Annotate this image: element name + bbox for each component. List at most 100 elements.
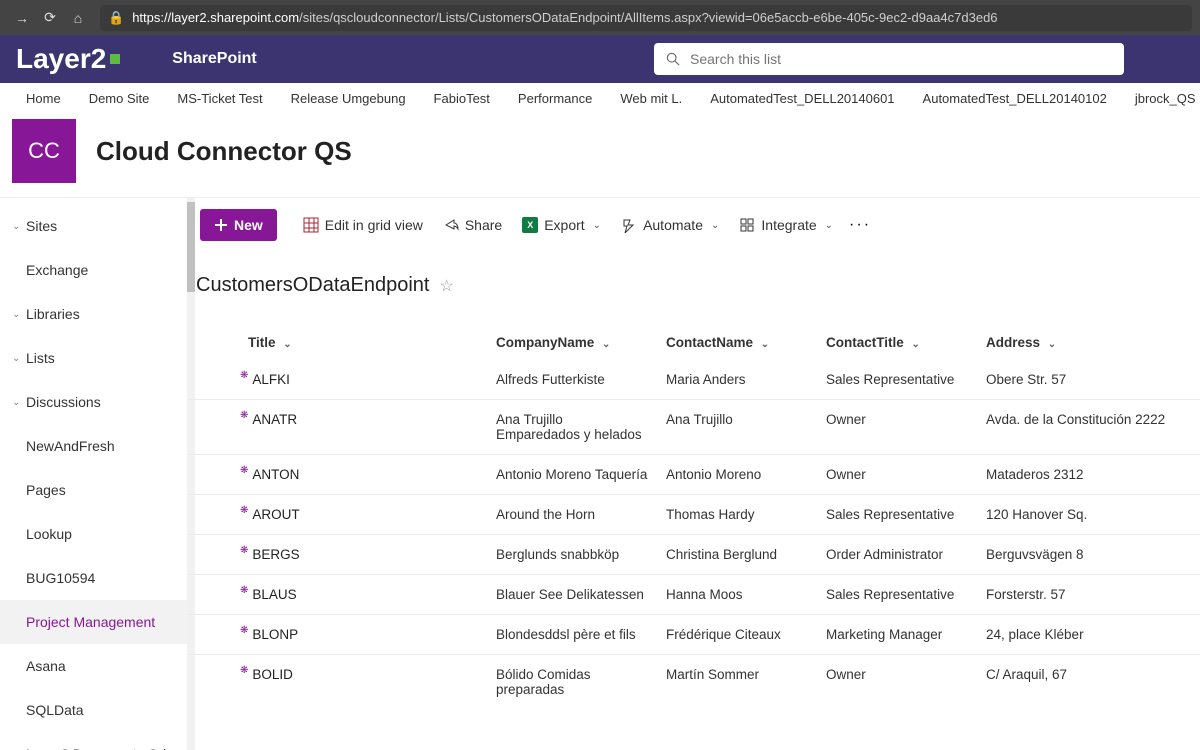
table-row[interactable]: ❋BERGSBerglunds snabbköpChristina Berglu… (188, 535, 1200, 575)
table-cell[interactable]: ❋ ALFKI (188, 360, 488, 400)
left-nav-item[interactable]: ⌄Lookup (0, 512, 187, 556)
left-nav-item[interactable]: ⌄Project Management (0, 600, 187, 644)
left-nav-label: Lookup (26, 526, 72, 542)
hub-nav-item[interactable]: Performance (504, 91, 606, 106)
search-input[interactable] (690, 51, 1112, 67)
left-nav-label: SQLData (26, 702, 84, 718)
left-nav-item[interactable]: ⌄SQLData (0, 688, 187, 732)
table-cell: Thomas Hardy (658, 495, 818, 535)
site-header: CC Cloud Connector QS (0, 113, 1200, 197)
table-row[interactable]: ❋BLONPBlondesddsl père et filsFrédérique… (188, 615, 1200, 655)
column-header-label: ContactTitle (826, 335, 904, 350)
left-nav-item[interactable]: ⌄Asana (0, 644, 187, 688)
new-button[interactable]: New (200, 209, 277, 241)
search-box[interactable] (654, 43, 1124, 75)
table-row[interactable]: ❋BLAUSBlauer See DelikatessenHanna MoosS… (188, 575, 1200, 615)
table-row[interactable]: ❋ANTONAntonio Moreno TaqueríaAntonio Mor… (188, 455, 1200, 495)
automate-button[interactable]: Automate ⌄ (611, 217, 729, 233)
more-commands-button[interactable]: ··· (849, 216, 871, 234)
favorite-star-icon[interactable]: ☆ (439, 276, 453, 296)
chevron-down-icon: ⌄ (711, 220, 719, 231)
left-nav-item[interactable]: ⌄NewAndFresh (0, 424, 187, 468)
chevron-down-icon: ⌄ (12, 221, 22, 232)
tenant-logo-text: Layer2 (16, 43, 106, 75)
left-nav-label: Layer2 Documents Ori… (26, 746, 180, 750)
item-title-link[interactable]: ANTON (252, 467, 299, 482)
share-label: Share (465, 217, 502, 233)
export-button[interactable]: X Export ⌄ (512, 217, 611, 233)
new-item-indicator-icon: ❋ (240, 627, 248, 635)
excel-icon: X (522, 217, 538, 233)
left-nav-item[interactable]: ⌄Sites (0, 204, 187, 248)
item-title-link[interactable]: BOLID (252, 667, 293, 682)
item-title-link[interactable]: ALFKI (252, 372, 290, 387)
table-cell: 120 Hanover Sq. (978, 495, 1200, 535)
column-header[interactable]: Address ⌄ (978, 325, 1200, 360)
site-logo[interactable]: CC (12, 119, 76, 183)
product-name[interactable]: SharePoint (172, 50, 256, 68)
browser-home-button[interactable]: ⌂ (64, 10, 92, 26)
command-bar: New Edit in grid view Share X Export ⌄ A… (188, 198, 1200, 252)
table-cell[interactable]: ❋AROUT (188, 495, 488, 535)
column-header-label: CompanyName (496, 335, 594, 350)
integrate-button[interactable]: Integrate ⌄ (729, 217, 843, 233)
table-cell: Mataderos 2312 (978, 455, 1200, 495)
browser-forward-button[interactable]: → (8, 10, 36, 26)
table-cell: Avda. de la Constitución 2222 (978, 400, 1200, 455)
column-header[interactable]: ContactTitle ⌄ (818, 325, 978, 360)
browser-url-field[interactable]: 🔒 https://layer2.sharepoint.com/sites/qs… (100, 5, 1192, 31)
table-row[interactable]: ❋ALFKIAlfreds FutterkisteMaria AndersSal… (188, 360, 1200, 400)
hub-nav-item[interactable]: Home (12, 91, 75, 106)
main-content: New Edit in grid view Share X Export ⌄ A… (188, 198, 1200, 750)
table-cell: Ana Trujillo (658, 400, 818, 455)
item-title-link[interactable]: AROUT (252, 507, 299, 522)
table-cell: Maria Anders (658, 360, 818, 400)
left-nav-label: NewAndFresh (26, 438, 115, 454)
table-row[interactable]: ❋AROUTAround the HornThomas HardySales R… (188, 495, 1200, 535)
left-nav-label: Libraries (26, 306, 80, 322)
hub-nav-item[interactable]: Release Umgebung (277, 91, 420, 106)
share-button[interactable]: Share (433, 217, 512, 233)
hub-nav-item[interactable]: Web mit L. (606, 91, 696, 106)
share-icon (443, 217, 459, 233)
table-cell[interactable]: ❋ BLAUS (188, 575, 488, 615)
hub-nav-item[interactable]: FabioTest (420, 91, 504, 106)
left-nav-item[interactable]: ⌄Discussions (0, 380, 187, 424)
hub-nav-item[interactable]: Demo Site (75, 91, 164, 106)
left-nav-item[interactable]: ⌄Pages (0, 468, 187, 512)
table-cell: Ana Trujillo Emparedados y helados (488, 400, 658, 455)
table-row[interactable]: ❋ANATRAna Trujillo Emparedados y helados… (188, 400, 1200, 455)
left-nav-item[interactable]: ⌄Layer2 Documents Ori… (0, 732, 187, 750)
left-nav-item[interactable]: ⌄Lists (0, 336, 187, 380)
column-header[interactable]: ContactName ⌄ (658, 325, 818, 360)
table-cell[interactable]: ❋ANATR (188, 400, 488, 455)
table-row[interactable]: ❋BOLIDBólido Comidas preparadasMartín So… (188, 655, 1200, 710)
table-cell[interactable]: ❋BERGS (188, 535, 488, 575)
site-title[interactable]: Cloud Connector QS (96, 136, 352, 167)
item-title-link[interactable]: BERGS (252, 547, 299, 562)
column-header[interactable]: CompanyName ⌄ (488, 325, 658, 360)
column-header-label: ContactName (666, 335, 753, 350)
hub-nav-item[interactable]: jbrock_QS (1121, 91, 1200, 106)
hub-nav-item[interactable]: MS-Ticket Test (163, 91, 276, 106)
left-nav-item[interactable]: ⌄BUG10594 (0, 556, 187, 600)
table-cell[interactable]: ❋ BLONP (188, 615, 488, 655)
chevron-down-icon: ⌄ (593, 220, 601, 231)
browser-refresh-button[interactable]: ⟳ (36, 9, 64, 26)
item-title-link[interactable]: BLAUS (252, 587, 296, 602)
tenant-logo[interactable]: Layer2 (16, 43, 120, 75)
table-cell[interactable]: ❋BOLID (188, 655, 488, 710)
chevron-down-icon: ⌄ (12, 397, 22, 408)
column-header[interactable]: Title ⌄ (188, 325, 488, 360)
hub-nav-item[interactable]: AutomatedTest_DELL20140601 (696, 91, 908, 106)
left-nav-item[interactable]: ⌄Exchange (0, 248, 187, 292)
table-cell: Blauer See Delikatessen (488, 575, 658, 615)
edit-grid-button[interactable]: Edit in grid view (293, 217, 433, 233)
item-title-link[interactable]: BLONP (252, 627, 298, 642)
table-cell[interactable]: ❋ANTON (188, 455, 488, 495)
item-title-link[interactable]: ANATR (252, 412, 297, 427)
new-item-indicator-icon: ❋ (240, 587, 248, 595)
new-item-indicator-icon: ❋ (240, 372, 248, 380)
hub-nav-item[interactable]: AutomatedTest_DELL20140102 (909, 91, 1121, 106)
left-nav-item[interactable]: ⌄Libraries (0, 292, 187, 336)
